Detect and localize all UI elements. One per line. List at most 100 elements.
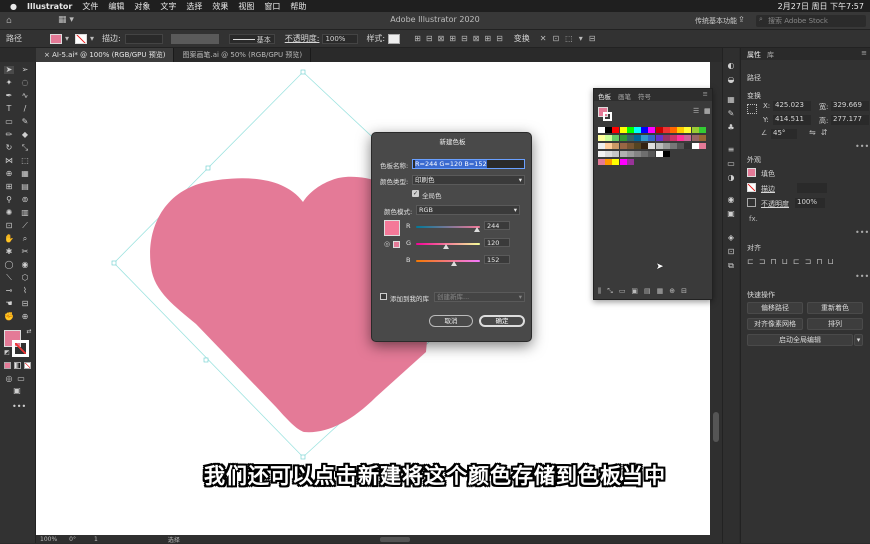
color-swatch[interactable] <box>619 143 627 149</box>
color-swatch[interactable] <box>626 135 634 141</box>
tab-swatches[interactable]: 色板 <box>598 91 611 101</box>
color-swatch[interactable] <box>677 135 685 141</box>
opacity-input[interactable]: 100% <box>322 33 359 44</box>
none-mode-icon[interactable] <box>24 362 31 369</box>
stroke-dropdown-icon[interactable]: ▾ <box>90 34 94 43</box>
color-swatch[interactable] <box>619 127 627 133</box>
align-icons[interactable]: ⊞⊟⊠⊞⊟⊠⊞⊟ <box>414 34 508 43</box>
bbox-handle[interactable] <box>205 165 211 171</box>
web-safe-color-swatch[interactable] <box>393 241 400 248</box>
blue-slider-track[interactable] <box>416 260 480 262</box>
bbox-handle[interactable] <box>111 260 117 266</box>
effects-button[interactable]: fx. <box>749 215 758 223</box>
color-swatch[interactable] <box>626 143 634 149</box>
pen-tool-icon[interactable]: ✒ <box>4 92 14 100</box>
puppet-warp-tool-icon[interactable]: ✱ <box>4 248 14 256</box>
drawing-mode-icon[interactable]: ◎ <box>4 375 14 383</box>
blend-tool-icon[interactable]: ⊚ <box>20 196 30 204</box>
paintbrush-tool-icon[interactable]: ✎ <box>20 118 30 126</box>
transparency-panel-icon[interactable]: ◑ <box>726 174 736 182</box>
cancel-button[interactable]: 取消 <box>429 315 473 327</box>
blue-value-input[interactable]: 152 <box>484 255 510 264</box>
color-swatch[interactable] <box>641 143 649 149</box>
flip-icons[interactable]: ⇋⇵ <box>809 128 832 137</box>
color-swatch[interactable] <box>670 127 677 133</box>
tab-ai5[interactable]: × AI-5.ai* @ 100% (RGB/GPU 预览) <box>36 48 175 62</box>
menu-edit[interactable]: 编辑 <box>108 1 124 12</box>
transform-link[interactable]: 变换 <box>514 33 530 44</box>
swap-colors-icon[interactable]: ⇄ <box>24 328 34 336</box>
symbol-sprayer-tool-icon[interactable]: ✺ <box>4 209 14 217</box>
color-swatch[interactable] <box>655 135 663 141</box>
gradient-panel-icon[interactable]: ▭ <box>726 160 736 168</box>
apple-icon[interactable]: ● <box>10 2 17 11</box>
print-tiling-tool-icon[interactable]: ⊟ <box>20 300 30 308</box>
swatches-menu-icon[interactable]: ≡ <box>703 90 708 98</box>
warp-tool-icon[interactable]: ⌇ <box>20 287 30 295</box>
scroll-thumb[interactable] <box>713 412 719 442</box>
grab-tool-icon[interactable]: ✊ <box>4 313 14 321</box>
color-swatch[interactable] <box>605 143 613 149</box>
menu-type[interactable]: 文字 <box>160 1 176 12</box>
pencil-tool-icon[interactable]: ✏ <box>4 131 14 139</box>
color-swatch[interactable] <box>612 151 620 157</box>
variable-width-profile[interactable] <box>170 33 219 44</box>
fill-dropdown-icon[interactable]: ▾ <box>65 34 69 43</box>
arrange-button[interactable]: 排列 <box>807 318 863 330</box>
scale-tool-icon[interactable]: ⤡ <box>20 144 30 152</box>
artboard-tool-icon[interactable]: ⊡ <box>4 222 14 230</box>
color-swatch[interactable] <box>670 143 677 149</box>
zoom-level[interactable]: 100% <box>40 536 57 543</box>
color-swatch[interactable] <box>598 135 605 141</box>
blue-slider-thumb[interactable] <box>451 261 458 266</box>
magic-wand-tool-icon[interactable]: ✦ <box>4 79 14 87</box>
artboard-number[interactable]: 1 <box>94 536 98 543</box>
slice-tool-icon[interactable]: ⟋ <box>20 222 30 230</box>
color-swatch[interactable] <box>677 127 685 133</box>
color-swatch[interactable] <box>605 159 613 165</box>
color-swatch[interactable] <box>648 127 656 133</box>
x-input[interactable]: 425.023 <box>773 101 811 111</box>
share-icon[interactable]: ⇪ <box>738 15 745 24</box>
list-view-icon[interactable]: ☰ <box>693 107 699 115</box>
color-swatch[interactable] <box>634 151 641 157</box>
tab-symbols[interactable]: 符号 <box>638 91 651 101</box>
color-swatch[interactable] <box>677 143 685 149</box>
change-screen-mode-icon[interactable]: ▣ <box>12 387 22 395</box>
menu-select[interactable]: 选择 <box>186 1 202 12</box>
reference-point-icon[interactable] <box>747 104 757 114</box>
workspace-switcher[interactable]: 传统基本功能 <box>695 16 737 26</box>
tab-libraries[interactable]: 库 <box>767 50 774 60</box>
bbox-handle[interactable] <box>203 357 209 363</box>
free-transform-tool-icon[interactable]: ⬚ <box>20 157 30 165</box>
gradient-mode-icon[interactable] <box>14 362 21 369</box>
swatch-name-input[interactable]: R=244 G=120 B=152 <box>415 160 487 168</box>
color-swatch[interactable] <box>626 151 634 157</box>
shaper-tool-icon[interactable]: ⬡ <box>20 274 30 282</box>
appearance-stroke-weight[interactable] <box>797 183 827 193</box>
color-swatch[interactable] <box>598 127 605 133</box>
horizontal-scrollbar[interactable] <box>379 536 410 542</box>
rotation-input[interactable]: 45° <box>771 129 797 139</box>
green-slider-thumb[interactable] <box>443 244 450 249</box>
appearance-opacity-input[interactable]: 100% <box>795 198 825 208</box>
menu-window[interactable]: 窗口 <box>264 1 280 12</box>
color-swatch[interactable] <box>634 143 641 149</box>
color-swatch[interactable] <box>634 135 641 141</box>
more-options-icon[interactable]: ••• <box>855 142 869 151</box>
appearance-opacity-label[interactable]: 不透明度 <box>761 199 789 209</box>
color-swatch[interactable] <box>691 143 699 149</box>
color-swatch[interactable] <box>605 151 613 157</box>
swatches-panel-icon[interactable]: ▦ <box>726 96 736 104</box>
hand-tool-icon[interactable]: ✋ <box>4 235 14 243</box>
menu-help[interactable]: 帮助 <box>290 1 306 12</box>
tab-pattern-brush[interactable]: 图案画笔.ai @ 50% (RGB/GPU 预览) <box>174 48 312 62</box>
color-swatch[interactable] <box>605 135 613 141</box>
hand-pan-tool-icon[interactable]: ☚ <box>4 300 14 308</box>
color-swatch[interactable] <box>662 127 670 133</box>
stroke-panel-icon[interactable]: ≡ <box>726 146 736 154</box>
add-to-library-checkbox[interactable] <box>380 293 387 300</box>
menu-object[interactable]: 对象 <box>134 1 150 12</box>
red-slider-thumb[interactable] <box>474 227 481 232</box>
stock-search-field[interactable]: ⌕ 搜索 Adobe Stock <box>756 15 866 27</box>
